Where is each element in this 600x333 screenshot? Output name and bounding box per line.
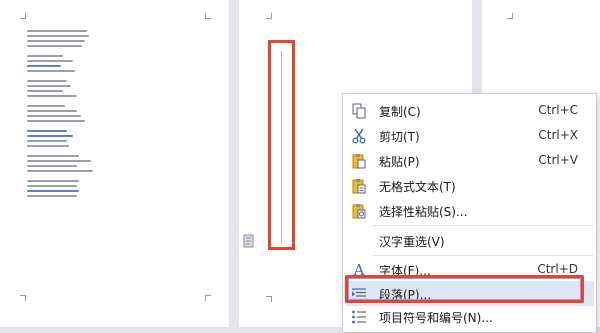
menu-item-label: 无格式文本(T): [379, 180, 456, 194]
menu-separator: [373, 255, 593, 256]
cursor-highlight-box: [268, 40, 295, 250]
menu-separator: [373, 225, 593, 226]
document-page-1: [0, 0, 229, 327]
page-corner-mark: [266, 296, 272, 302]
menu-item-shortcut: Ctrl+X: [538, 128, 578, 142]
menu-item-label: 剪切(T): [379, 130, 420, 144]
page-text-block[interactable]: [27, 30, 117, 200]
menu-item-label: 汉字重选(V): [379, 235, 445, 249]
menu-item-bullets-numbering[interactable]: 项目符号和编号(N)...: [345, 304, 594, 329]
page-corner-mark: [205, 13, 211, 19]
copy-icon: [350, 102, 368, 120]
menu-item-paste-special[interactable]: 选择性粘贴(S)...: [345, 198, 594, 223]
page-corner-mark: [205, 295, 211, 301]
menu-item-shortcut: Ctrl+V: [538, 153, 578, 167]
menu-item-copy[interactable]: 复制(C) Ctrl+C: [345, 98, 594, 123]
menu-item-label: 选择性粘贴(S)...: [379, 205, 468, 219]
paste-options-icon[interactable]: [243, 233, 255, 248]
menu-item-shortcut: Ctrl+D: [537, 262, 578, 276]
menu-item-label: 复制(C): [379, 105, 421, 119]
menu-item-shortcut: Ctrl+C: [538, 103, 578, 117]
menu-item-cut[interactable]: 剪切(T) Ctrl+X: [345, 123, 594, 148]
menu-item-paste[interactable]: 粘贴(P) Ctrl+V: [345, 148, 594, 173]
page-corner-mark: [20, 13, 26, 19]
page-corner-mark: [507, 13, 513, 19]
scissors-icon: [350, 127, 368, 145]
page-corner-mark: [266, 13, 272, 19]
paste-special-icon: [350, 202, 368, 220]
paragraph-highlight-box: [345, 275, 584, 303]
menu-item-hanzi-reselect[interactable]: 汉字重选(V): [345, 228, 594, 253]
paste-text-icon: [350, 177, 368, 195]
paste-icon: [350, 152, 368, 170]
menu-item-label: 粘贴(P): [379, 155, 420, 169]
menu-item-paste-text[interactable]: 无格式文本(T): [345, 173, 594, 198]
page-corner-mark: [20, 295, 26, 301]
menu-item-label: 项目符号和编号(N)...: [379, 311, 493, 325]
bullet-list-icon: [350, 308, 368, 326]
